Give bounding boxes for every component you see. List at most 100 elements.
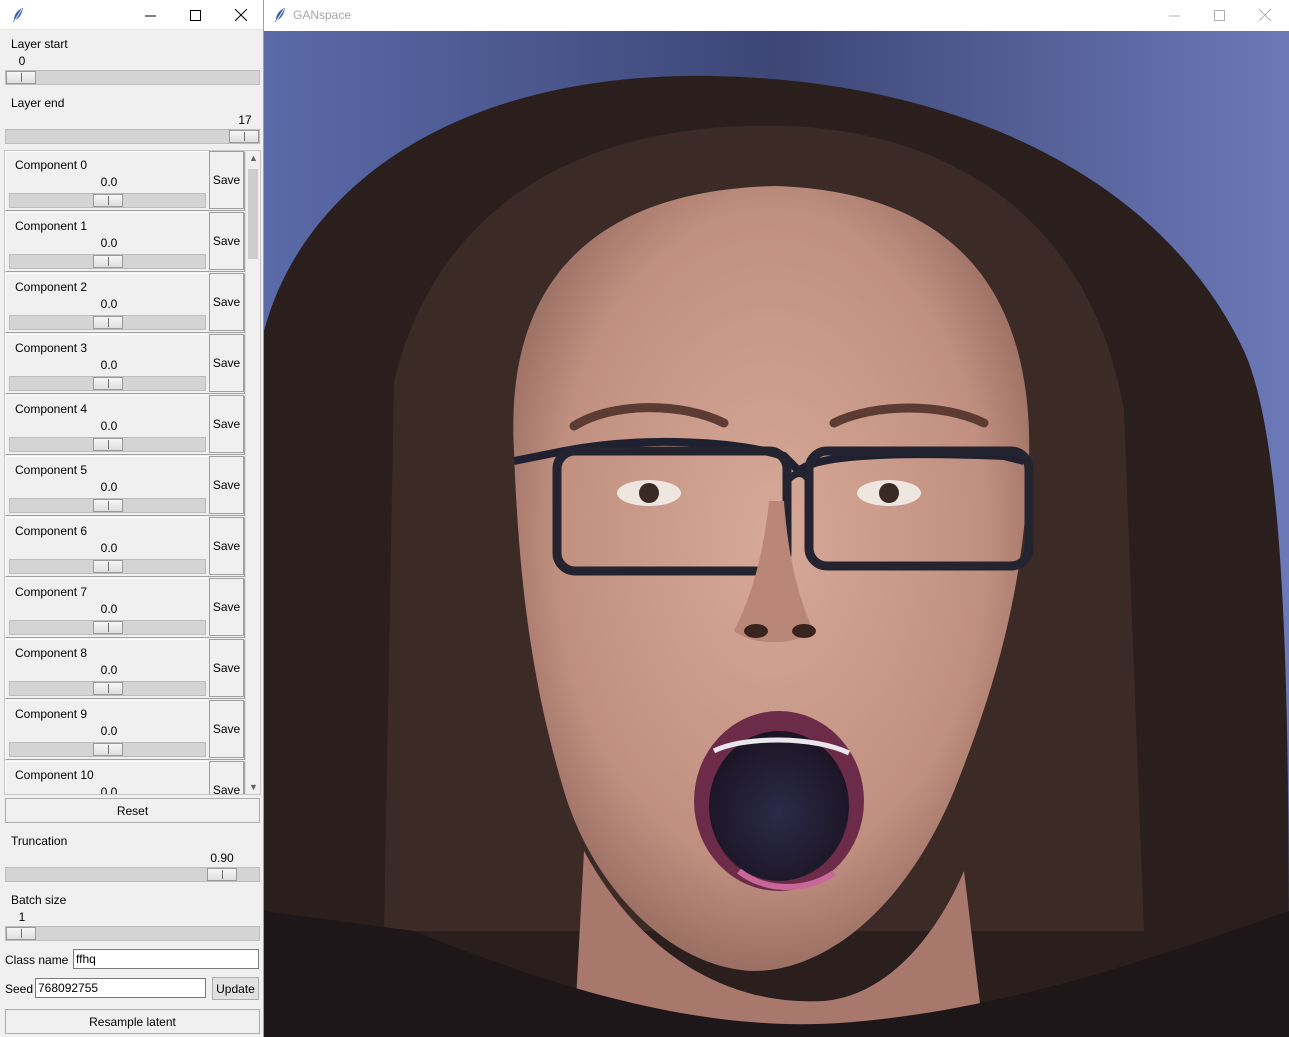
component-slider[interactable] — [9, 742, 206, 757]
control-window: Layer start 0 Layer end 17 Component 0 0.… — [0, 0, 264, 1037]
layer-start-label: Layer start — [11, 37, 68, 51]
component-save-button[interactable]: Save — [209, 578, 244, 636]
slider-handle[interactable] — [93, 316, 123, 329]
maximize-icon — [189, 9, 201, 21]
slider-handle[interactable] — [93, 560, 123, 573]
component-label: Component 10 — [15, 768, 94, 782]
batch-size-slider[interactable] — [5, 926, 260, 941]
component-slider[interactable] — [9, 437, 206, 452]
close-icon — [235, 9, 247, 21]
batch-size-value: 1 — [18, 910, 26, 924]
component-slider[interactable] — [9, 193, 206, 208]
maximize-button[interactable] — [1196, 0, 1242, 30]
component-slider[interactable] — [9, 315, 206, 330]
component-label: Component 5 — [15, 463, 88, 477]
layer-end-value: 17 — [238, 113, 252, 127]
minimize-icon — [144, 15, 156, 16]
component-label: Component 7 — [15, 585, 88, 599]
component-label: Component 4 — [15, 402, 88, 416]
component-value: 0.0 — [100, 602, 118, 616]
truncation-value: 0.90 — [210, 851, 234, 865]
minimize-icon — [1168, 15, 1180, 16]
slider-handle[interactable] — [93, 438, 123, 451]
layer-start-slider[interactable] — [5, 70, 260, 85]
minimize-button[interactable] — [127, 0, 173, 30]
component-save-button[interactable]: Save — [209, 517, 244, 575]
truncation-slider[interactable] — [5, 867, 260, 882]
slider-handle[interactable] — [93, 377, 123, 390]
close-button[interactable] — [218, 0, 264, 30]
resample-latent-button[interactable]: Resample latent — [5, 1009, 260, 1034]
component-save-button[interactable]: Save — [209, 700, 244, 758]
slider-handle[interactable] — [93, 194, 123, 207]
component-save-button[interactable]: Save — [209, 761, 244, 794]
component-slider[interactable] — [9, 376, 206, 391]
scroll-down-icon[interactable]: ▼ — [249, 782, 258, 792]
slider-handle[interactable] — [93, 255, 123, 268]
slider-handle[interactable] — [6, 71, 36, 84]
feather-icon — [275, 8, 285, 22]
maximize-icon — [1213, 9, 1225, 21]
class-name-label: Class name — [5, 953, 69, 967]
component-value: 0.0 — [100, 358, 118, 372]
close-button[interactable] — [1242, 0, 1288, 30]
window-title: GANspace — [293, 8, 352, 22]
scroll-up-icon[interactable]: ▲ — [249, 153, 258, 163]
component-value: 0.0 — [100, 724, 118, 738]
component-slider[interactable] — [9, 254, 206, 269]
component-save-button[interactable]: Save — [209, 334, 244, 392]
seed-input[interactable] — [35, 978, 206, 998]
component-value: 0.0 — [100, 419, 118, 433]
component-list[interactable]: Component 0 0.0 Save Component 1 0.0 Save Comp… — [4, 150, 261, 795]
component-label: Component 2 — [15, 280, 88, 294]
generated-face-image — [264, 31, 1289, 1037]
minimize-button[interactable] — [1151, 0, 1197, 30]
component-slider[interactable] — [9, 498, 206, 513]
maximize-button[interactable] — [172, 0, 218, 30]
reset-button[interactable]: Reset — [5, 798, 260, 823]
feather-icon — [13, 8, 23, 22]
component-save-button[interactable]: Save — [209, 212, 244, 270]
component-save-button[interactable]: Save — [209, 395, 244, 453]
slider-handle[interactable] — [93, 682, 123, 695]
component-value: 0.0 — [100, 785, 118, 795]
scrollbar-thumb[interactable] — [248, 169, 258, 259]
component-value: 0.0 — [100, 663, 118, 677]
slider-handle[interactable] — [93, 743, 123, 756]
image-window: GANspace — [264, 0, 1289, 1037]
slider-handle[interactable] — [6, 927, 36, 940]
batch-size-label: Batch size — [11, 893, 67, 907]
truncation-label: Truncation — [11, 834, 68, 848]
slider-handle[interactable] — [229, 130, 259, 143]
control-titlebar — [0, 0, 263, 30]
layer-end-slider[interactable] — [5, 129, 260, 144]
slider-handle[interactable] — [93, 499, 123, 512]
component-value: 0.0 — [100, 480, 118, 494]
image-titlebar: GANspace — [264, 0, 1289, 31]
component-label: Component 8 — [15, 646, 88, 660]
component-slider[interactable] — [9, 681, 206, 696]
component-save-button[interactable]: Save — [209, 456, 244, 514]
class-name-input[interactable] — [73, 949, 259, 969]
component-slider[interactable] — [9, 620, 206, 635]
component-value: 0.0 — [100, 236, 118, 250]
component-label: Component 9 — [15, 707, 88, 721]
component-value: 0.0 — [100, 541, 118, 555]
component-scrollbar[interactable]: ▲ ▼ — [245, 151, 260, 794]
seed-label: Seed — [5, 982, 34, 996]
component-slider[interactable] — [9, 559, 206, 574]
component-save-button[interactable]: Save — [209, 151, 244, 209]
close-icon — [1259, 9, 1271, 21]
layer-start-value: 0 — [18, 54, 26, 68]
component-save-button[interactable]: Save — [209, 639, 244, 697]
component-value: 0.0 — [100, 297, 118, 311]
slider-handle[interactable] — [207, 868, 237, 881]
component-label: Component 6 — [15, 524, 88, 538]
component-label: Component 0 — [15, 158, 88, 172]
component-value: 0.0 — [100, 175, 118, 189]
component-save-button[interactable]: Save — [209, 273, 244, 331]
component-label: Component 1 — [15, 219, 88, 233]
update-button[interactable]: Update — [212, 977, 259, 1000]
slider-handle[interactable] — [93, 621, 123, 634]
component-label: Component 3 — [15, 341, 88, 355]
